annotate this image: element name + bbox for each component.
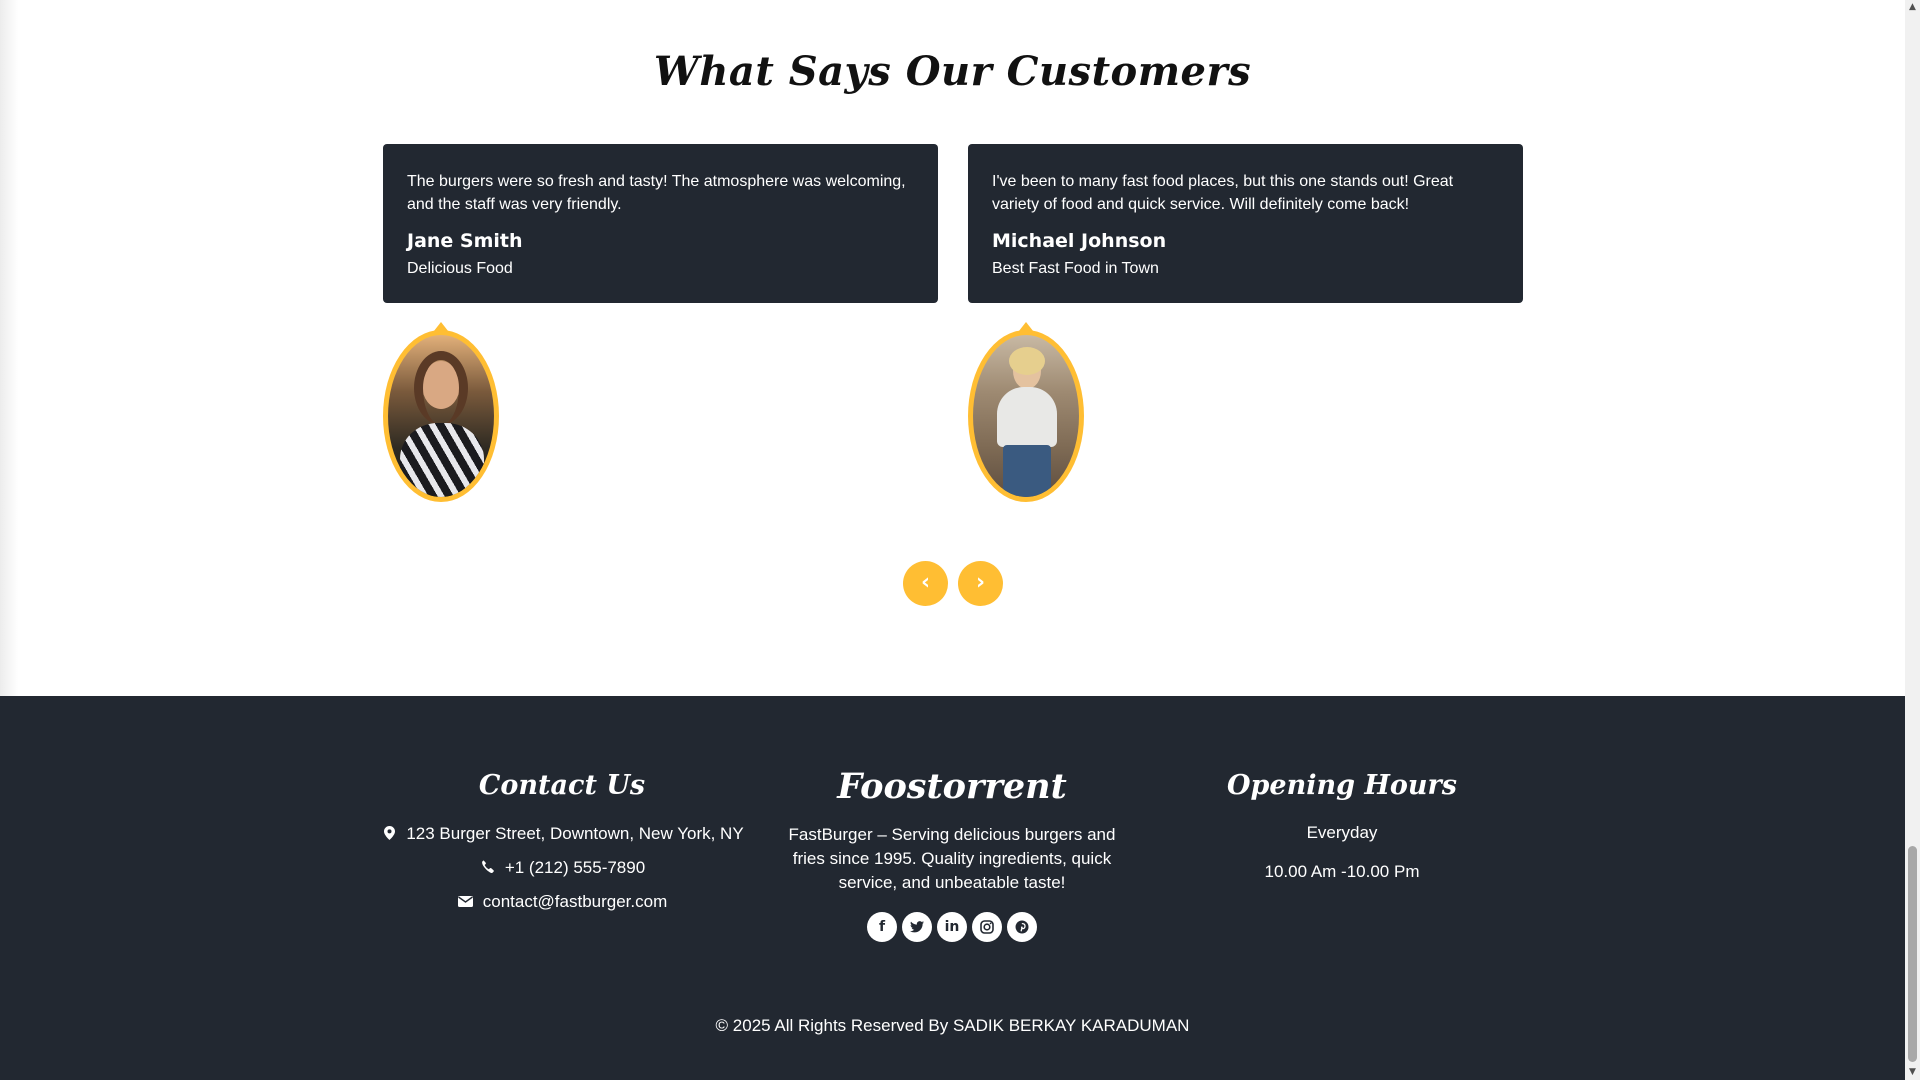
instagram-icon[interactable] <box>972 912 1002 942</box>
page-scrollbar[interactable]: ▲ ▼ <box>1905 0 1920 1080</box>
footer-brand-column: Foostorrent FastBurger – Serving delicio… <box>767 696 1137 942</box>
contact-email-text: contact@fastburger.com <box>482 892 668 911</box>
customer-avatar <box>381 322 501 502</box>
hours-days: Everyday <box>1306 823 1378 842</box>
contact-title: Contact Us <box>478 770 646 801</box>
testimonial-name: Jane Smith <box>407 230 523 252</box>
customer-photo <box>973 335 1079 497</box>
hours-title: Opening Hours <box>1227 770 1457 801</box>
pinterest-icon[interactable] <box>1007 912 1037 942</box>
brand-description: FastBurger – Serving delicious burgers a… <box>788 825 1116 892</box>
hours-time: 10.00 Am -10.00 Pm <box>1264 862 1420 881</box>
footer-contact-column: Contact Us 123 Burger Street, Downtown, … <box>377 696 747 919</box>
scroll-up-arrow-icon[interactable]: ▲ <box>1905 0 1920 15</box>
contact-email[interactable]: contact@fastburger.com <box>377 885 747 919</box>
footer: Contact Us 123 Burger Street, Downtown, … <box>0 696 1905 1080</box>
social-links: f in <box>767 912 1137 942</box>
footer-hours-column: Opening Hours Everyday 10.00 Am -10.00 P… <box>1157 696 1527 882</box>
contact-address[interactable]: 123 Burger Street, Downtown, New York, N… <box>377 817 747 851</box>
page: What Says Our Customers The burgers were… <box>0 0 1905 1080</box>
testimonial-quote: The burgers were so fresh and tasty! The… <box>407 173 906 213</box>
chevron-right-icon: › <box>975 570 986 595</box>
envelope-icon <box>457 894 475 910</box>
contact-phone-text: +1 (212) 555-7890 <box>504 858 646 877</box>
scrollbar-thumb[interactable] <box>1908 846 1917 1062</box>
testimonial-name: Michael Johnson <box>992 230 1167 252</box>
testimonial-card: I've been to many fast food places, but … <box>968 144 1523 303</box>
testimonial-quote: I've been to many fast food places, but … <box>992 173 1454 213</box>
linkedin-icon[interactable]: in <box>937 912 967 942</box>
carousel-prev-button[interactable]: ‹ <box>903 561 948 606</box>
avatar-frame <box>968 330 1084 502</box>
copyright: © 2025 All Rights Reserved By SADIK BERK… <box>715 1016 1190 1035</box>
customer-avatar <box>966 322 1086 502</box>
testimonial-card: The burgers were so fresh and tasty! The… <box>383 144 938 303</box>
scroll-down-arrow-icon[interactable]: ▼ <box>1905 1065 1920 1080</box>
left-shadow <box>0 0 18 696</box>
testimonial-subtitle: Delicious Food <box>407 260 513 277</box>
contact-list: 123 Burger Street, Downtown, New York, N… <box>377 817 747 919</box>
chevron-left-icon: ‹ <box>920 570 931 595</box>
facebook-icon[interactable]: f <box>867 912 897 942</box>
section-title: What Says Our Customers <box>653 48 1252 95</box>
twitter-icon[interactable] <box>902 912 932 942</box>
carousel-next-button[interactable]: › <box>958 561 1003 606</box>
contact-address-text: 123 Burger Street, Downtown, New York, N… <box>406 824 744 843</box>
brand-logo[interactable]: Foostorrent <box>767 766 1137 807</box>
testimonial-subtitle: Best Fast Food in Town <box>992 260 1159 277</box>
customer-photo <box>388 335 494 497</box>
map-marker-icon <box>380 825 398 843</box>
contact-phone[interactable]: +1 (212) 555-7890 <box>377 851 747 885</box>
avatar-frame <box>383 330 499 502</box>
phone-icon <box>479 860 497 876</box>
